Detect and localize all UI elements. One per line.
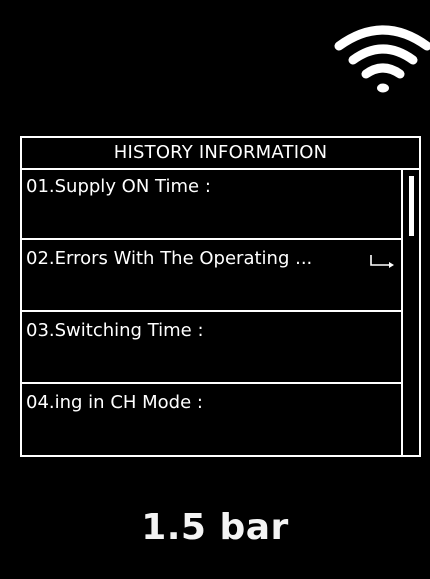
- history-panel: HISTORY INFORMATION 01.Supply ON Time : …: [20, 136, 421, 457]
- panel-title: HISTORY INFORMATION: [22, 138, 419, 170]
- list-item-supply-on-time[interactable]: 01.Supply ON Time :: [22, 168, 401, 240]
- pressure-readout: 1.5 bar: [141, 507, 289, 548]
- history-list: 01.Supply ON Time : 02.Errors With The O…: [22, 168, 401, 455]
- list-item-label: 04.ing in CH Mode :: [26, 392, 203, 413]
- wifi-icon: [334, 25, 430, 93]
- list-item-label: 03.Switching Time :: [26, 320, 204, 341]
- list-item-errors[interactable]: 02.Errors With The Operating ...: [22, 240, 401, 312]
- list-item-switching-time[interactable]: 03.Switching Time :: [22, 312, 401, 384]
- scrollbar-thumb[interactable]: [409, 176, 414, 236]
- enter-arrow-icon: [370, 255, 394, 268]
- scrollbar[interactable]: [401, 168, 419, 455]
- list-item-label: 02.Errors With The Operating ...: [26, 248, 313, 269]
- list-item-label: 01.Supply ON Time :: [26, 176, 211, 197]
- list-item-ch-mode[interactable]: 04.ing in CH Mode :: [22, 384, 401, 456]
